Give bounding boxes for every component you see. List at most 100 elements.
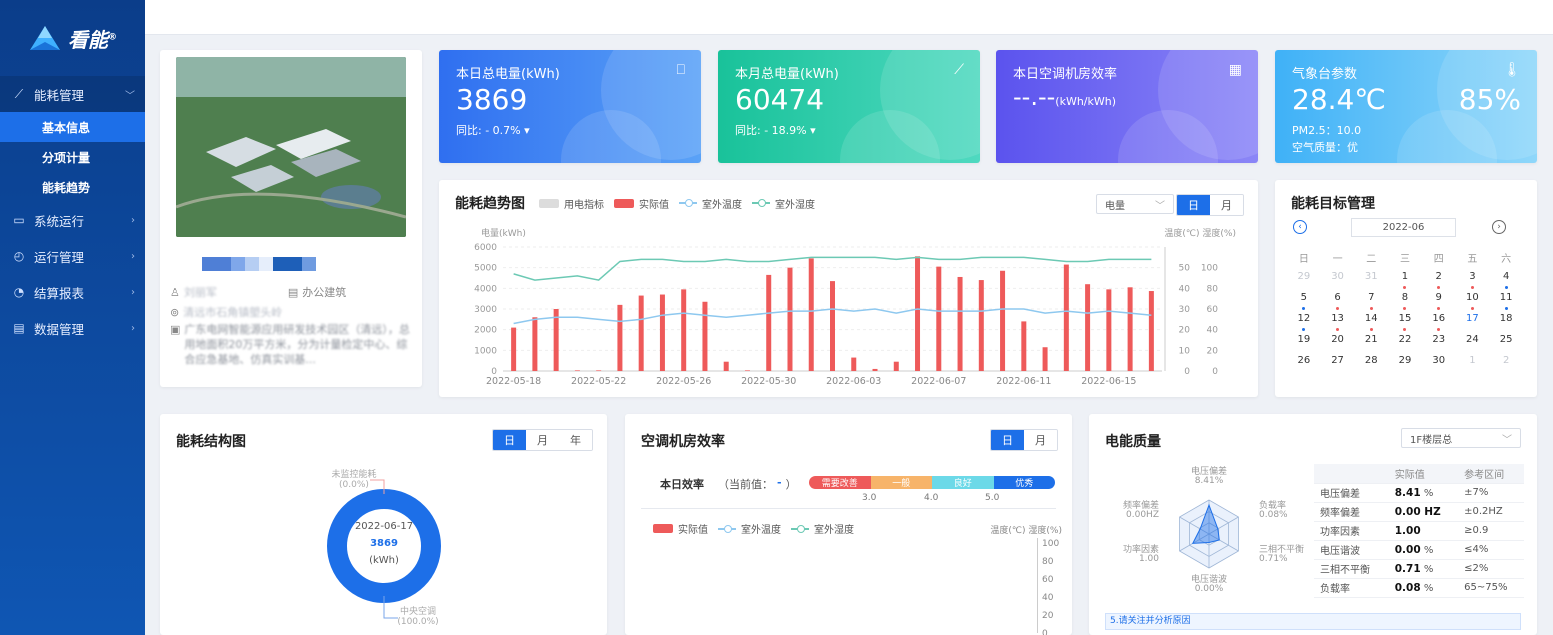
calendar-day[interactable]: 2: [1489, 355, 1523, 368]
app-logo[interactable]: 看能®: [0, 0, 145, 76]
calendar-day[interactable]: 6: [1321, 292, 1355, 310]
calendar-day[interactable]: 13: [1321, 313, 1355, 331]
calendar-day[interactable]: 11: [1489, 292, 1523, 310]
calendar-day[interactable]: 17: [1456, 307, 1490, 332]
y2-temp-tick: 30: [1179, 305, 1191, 315]
project-description: ▣ 广东电网智能源应用研发技术园区（清远），总用地面积20万平方米，分为计量检定…: [170, 323, 410, 366]
month-picker[interactable]: 2022-06: [1351, 218, 1456, 237]
calendar-day[interactable]: 25: [1489, 334, 1523, 347]
radar-value: 0.08%: [1259, 510, 1288, 520]
calendar-day[interactable]: 20: [1321, 334, 1355, 347]
radar-value: 0.00%: [1195, 584, 1224, 594]
sidebar-subitem-1[interactable]: 分项计量: [0, 142, 145, 172]
ac-legend-temp[interactable]: 室外温度: [718, 521, 781, 536]
trend-bar: [659, 294, 665, 371]
calendar-day[interactable]: 29: [1388, 355, 1422, 368]
quality-row: 频率偏差 0.00 HZ ±0.2HZ: [1314, 502, 1524, 522]
sidebar: 看能® ⟋ 能耗管理 ﹀ 基本信息 分项计量 能耗趋势 ▭ 系统运行 › ◴ 运行管理 › ◔ 结算报表 ›…: [0, 0, 145, 635]
calendar-day[interactable]: 19: [1287, 334, 1321, 347]
calendar-day[interactable]: 28: [1354, 355, 1388, 368]
calendar-status-dot: [1336, 307, 1340, 310]
quality-row: 电压偏差 8.41 % ±7%: [1314, 483, 1524, 503]
calendar-day[interactable]: 7: [1354, 292, 1388, 310]
ac-legend-actual[interactable]: 实际值: [653, 521, 708, 536]
sidebar-item-label: 系统运行: [34, 213, 85, 229]
sidebar-item-3[interactable]: ◔ 结算报表 ›: [0, 274, 145, 310]
ac-room-efficiency-card: 空调机房效率 日 月 本日效率 （当前值： - ） 需要改善 一般 良好 优秀 …: [625, 414, 1072, 635]
stat-card-1[interactable]: 本月总电量(kWh) ⟋ 60474 同比: - 18.9% ▾: [718, 50, 980, 163]
ac-legend-humidity[interactable]: 室外湿度: [791, 521, 854, 536]
stat-value: 28.4℃: [1292, 83, 1386, 116]
sidebar-item-1[interactable]: ▭ 系统运行 ›: [0, 202, 145, 238]
y2-temp-tick: 20: [1179, 326, 1191, 336]
radar-value: 0.71%: [1259, 554, 1288, 564]
quality-table: 实际值 参考区间 电压偏差 8.41 % ±7% 频率偏差 0.00 HZ ±0.2HZ 功率因…: [1314, 464, 1524, 598]
calendar-day[interactable]: 23: [1422, 334, 1456, 347]
stat-card-3[interactable]: 气象台参数 🌡 28.4℃ 85% PM2.5：10.0 空气质量：优: [1275, 50, 1537, 163]
calendar-day[interactable]: 4: [1489, 271, 1523, 289]
x-tick-label: 2022-05-30: [741, 376, 796, 387]
y-tick-label: 1000: [474, 346, 497, 356]
power-quality-card: 电能质量 1F楼层总 ﹀ 电压偏差 8.41% 负载率 0.08% 三相不平衡 0.71% 电…: [1089, 414, 1537, 635]
band-tick-3: 3.0: [862, 493, 877, 503]
sidebar-item-4[interactable]: ▤ 数据管理 ›: [0, 310, 145, 346]
stat-card-0[interactable]: 本日总电量(kWh) ⎕ 3869 同比: - 0.7% ▾: [439, 50, 701, 163]
calendar-day[interactable]: 21: [1354, 334, 1388, 347]
calendar-status-dot: [1403, 328, 1407, 331]
calendar-day[interactable]: 8: [1388, 292, 1422, 310]
line-chart-icon: ⟋: [14, 86, 24, 101]
y2-temp-tick: 40: [1179, 284, 1191, 294]
ac-room-title: 空调机房效率: [641, 434, 725, 450]
y2-hum-tick: 0: [1212, 367, 1218, 377]
stat-card-2[interactable]: 本日空调机房效率 ▦ --.--(kWh/kWh): [996, 50, 1258, 163]
y2-hum-tick: 60: [1207, 305, 1219, 315]
calendar-day[interactable]: 22: [1388, 334, 1422, 347]
ac-y2-tick: 40: [1042, 593, 1054, 603]
calendar-day[interactable]: 3: [1456, 271, 1490, 289]
floor-select[interactable]: 1F楼层总 ﹀: [1401, 428, 1521, 448]
calendar-day[interactable]: 30: [1422, 355, 1456, 368]
calendar-day[interactable]: 10: [1456, 292, 1490, 310]
calendar-day[interactable]: 5: [1287, 292, 1321, 310]
calendar-day[interactable]: 31: [1354, 271, 1388, 284]
trend-bar: [830, 281, 835, 371]
band-tick-5: 5.0: [985, 493, 1000, 503]
ac-tab-month[interactable]: 月: [1024, 430, 1057, 450]
logo-mark-icon: [30, 26, 60, 50]
trend-bar: [574, 370, 580, 371]
calendar-day[interactable]: 27: [1321, 355, 1355, 368]
trend-bar: [978, 280, 984, 371]
sidebar-subitem-0[interactable]: 基本信息: [0, 112, 145, 142]
sidebar-item-2[interactable]: ◴ 运行管理 ›: [0, 238, 145, 274]
x-tick-label: 2022-06-03: [826, 376, 881, 387]
calendar-day[interactable]: 12: [1287, 313, 1321, 331]
calendar-day[interactable]: 9: [1422, 292, 1456, 310]
calendar-day[interactable]: 14: [1354, 313, 1388, 331]
sidebar-item-0[interactable]: ⟋ 能耗管理 ﹀: [0, 76, 145, 112]
quality-radar-chart: 电压偏差8.41%负载率0.08%三相不平衡0.71%电压谐波0.00%功率因素…: [1123, 465, 1304, 594]
calendar-day[interactable]: 29: [1287, 271, 1321, 284]
calendar-day[interactable]: 26: [1287, 355, 1321, 368]
calendar-day[interactable]: 16: [1422, 313, 1456, 331]
calendar-day[interactable]: 15: [1388, 313, 1422, 331]
trend-bar: [808, 258, 814, 371]
ac-tab-day[interactable]: 日: [991, 430, 1024, 450]
trend-bar: [851, 357, 857, 371]
next-month-icon[interactable]: ›: [1492, 220, 1506, 234]
calendar-weekday: 日: [1298, 254, 1309, 265]
y2-temp-tick: 0: [1184, 367, 1190, 377]
calendar-day[interactable]: 24: [1456, 334, 1490, 347]
calendar-day[interactable]: 1: [1388, 271, 1422, 289]
ac-y2-tick: 100: [1042, 539, 1060, 549]
prev-month-icon[interactable]: ‹: [1293, 220, 1307, 234]
trend-icon: ⟋: [954, 62, 964, 78]
calendar-day[interactable]: 1: [1456, 355, 1490, 368]
calendar-day[interactable]: 2: [1422, 271, 1456, 289]
calendar-day[interactable]: 18: [1489, 313, 1523, 326]
calendar-status-dot: [1504, 307, 1508, 310]
calendar-status-dot: [1437, 328, 1441, 331]
calendar-day[interactable]: 30: [1321, 271, 1355, 284]
chevron-right-icon: ›: [131, 250, 135, 262]
y-tick-label: 5000: [474, 264, 497, 274]
sidebar-subitem-2[interactable]: 能耗趋势: [0, 172, 145, 202]
